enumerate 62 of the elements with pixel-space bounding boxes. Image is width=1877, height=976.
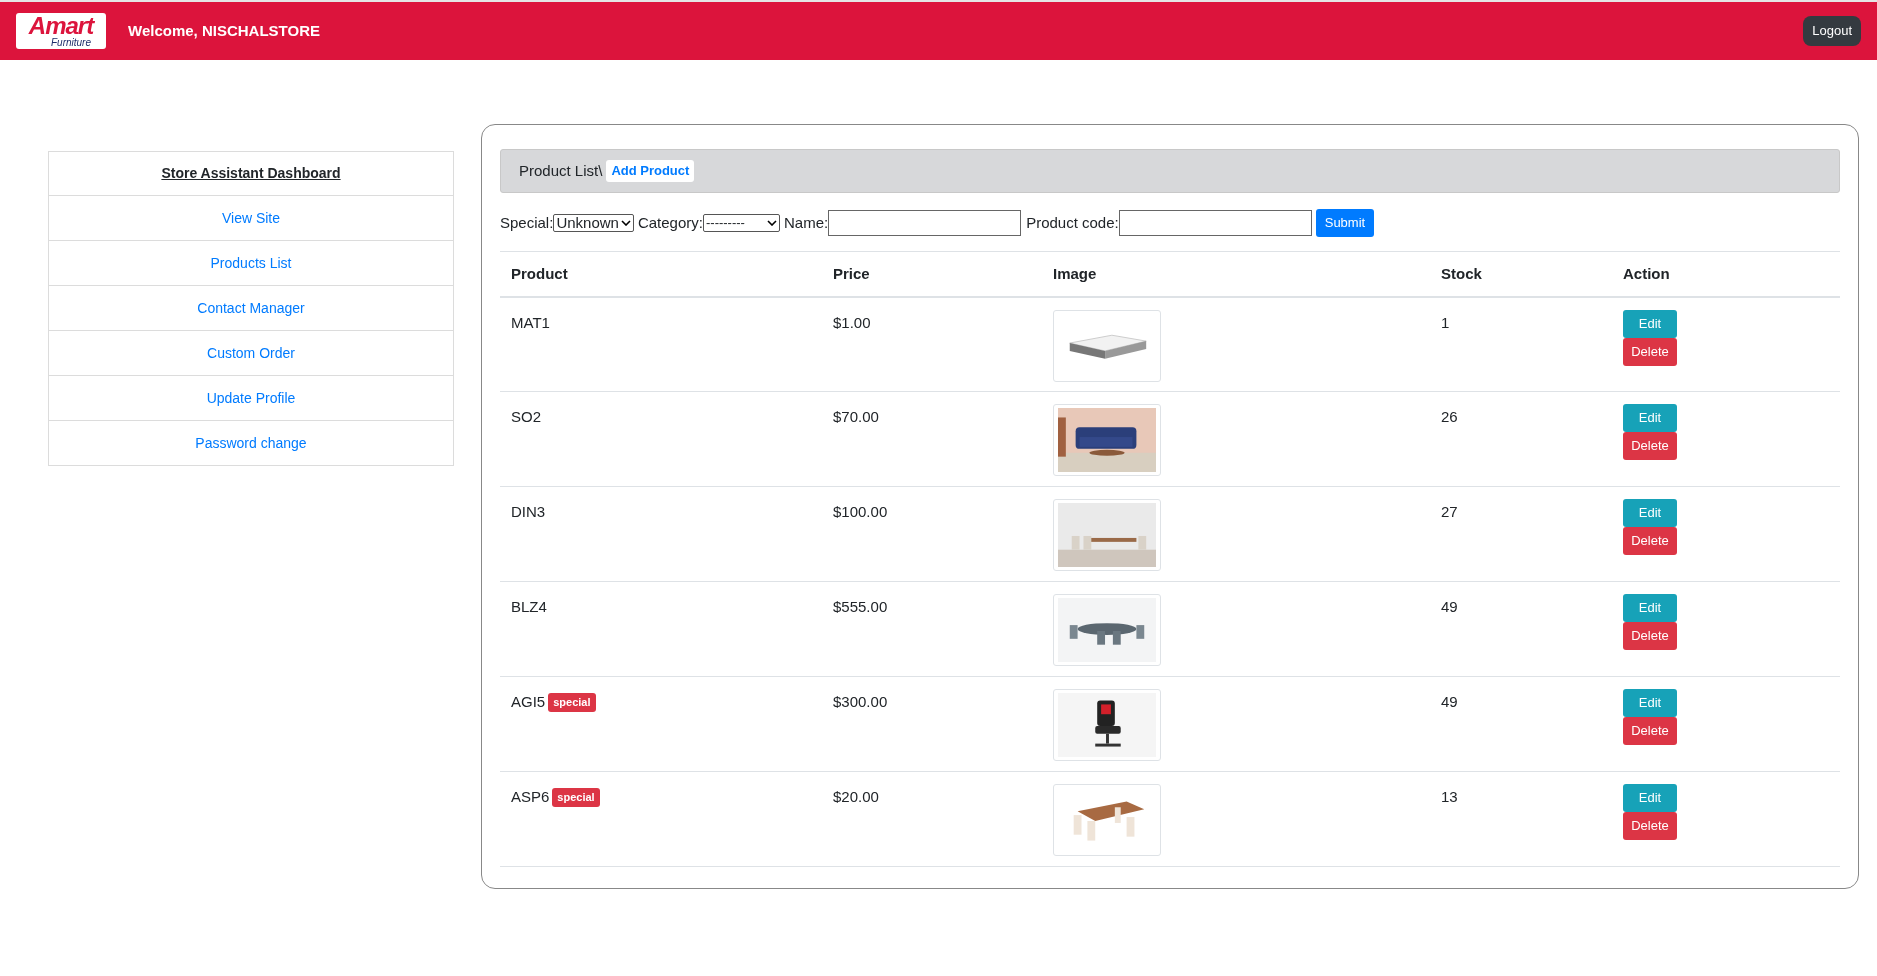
logo-subtitle: Furniture	[51, 38, 91, 48]
filter-label: Special:	[500, 212, 554, 233]
column-header: Action	[1612, 251, 1840, 297]
sidebar-link[interactable]: View Site	[48, 196, 454, 241]
edit-button[interactable]: Edit	[1623, 499, 1677, 527]
category-select[interactable]: ---------	[702, 214, 780, 232]
price: $555.00	[833, 598, 888, 615]
edit-button[interactable]: Edit	[1623, 309, 1677, 338]
submit-button[interactable]: Submit	[1315, 209, 1375, 237]
price: $300.00	[833, 693, 888, 710]
stock-count: 49	[1441, 693, 1458, 710]
edit-button[interactable]: Edit	[1623, 689, 1677, 717]
edit-button[interactable]: Edit	[1623, 784, 1677, 812]
product-code: MAT1	[511, 312, 550, 333]
sidebar-title: Store Assistant Dashboard	[48, 151, 454, 196]
stock-count: 49	[1441, 598, 1458, 615]
product-code: DIN3	[511, 502, 546, 522]
filter-label: Name:	[783, 212, 829, 233]
name-field[interactable]	[828, 210, 1022, 236]
logo-word: Amart	[28, 14, 94, 38]
filter-label: Category:	[637, 212, 703, 233]
logo[interactable]: Amart Furniture	[16, 13, 106, 49]
edit-button[interactable]: Edit	[1623, 404, 1677, 432]
delete-button[interactable]: Delete	[1623, 337, 1677, 366]
product-code-field[interactable]	[1118, 210, 1312, 236]
product-code: AGI5	[511, 692, 546, 712]
product-code: BLZ4	[511, 597, 547, 617]
sidebar-link[interactable]: Update Profile	[48, 376, 454, 421]
stock-count: 13	[1441, 788, 1458, 805]
edit-button[interactable]: Edit	[1623, 594, 1677, 622]
price: $70.00	[833, 408, 879, 425]
sidebar-link[interactable]: Custom Order	[48, 331, 454, 376]
caret-icon	[766, 220, 777, 226]
delete-button[interactable]: Delete	[1623, 432, 1677, 460]
welcome-text: Welcome, NISCHALSTORE	[128, 20, 320, 41]
column-header: Stock	[1430, 251, 1612, 297]
sidebar-link[interactable]: Password change	[48, 421, 454, 466]
price: $1.00	[833, 313, 871, 331]
delete-button[interactable]: Delete	[1623, 527, 1677, 555]
price: $20.00	[833, 788, 879, 805]
stock-count: 27	[1441, 503, 1458, 520]
caret-icon	[620, 220, 631, 226]
delete-button[interactable]: Delete	[1623, 717, 1677, 745]
logout-button[interactable]: Logout	[1803, 16, 1861, 46]
sidebar-link[interactable]: Products List	[48, 241, 454, 286]
special-select[interactable]: Unknown	[553, 214, 634, 232]
stock-count: 1	[1441, 313, 1450, 331]
product-code: ASP6	[511, 787, 550, 807]
delete-button[interactable]: Delete	[1623, 812, 1677, 840]
price: $100.00	[833, 503, 888, 520]
stock-count: 26	[1441, 408, 1458, 425]
breadcrumb-text: Product List\	[519, 160, 603, 181]
add-product-link[interactable]: Add Product	[606, 160, 695, 182]
sidebar-link[interactable]: Contact Manager	[48, 286, 454, 331]
filter-label: Product code:	[1026, 212, 1119, 233]
delete-button[interactable]: Delete	[1623, 622, 1677, 650]
column-header: Image	[1042, 251, 1430, 297]
column-header: Price	[822, 251, 1042, 297]
column-header: Product	[500, 251, 822, 297]
product-code: SO2	[511, 407, 541, 427]
special-badge: special	[552, 788, 600, 807]
special-badge: special	[548, 693, 596, 712]
